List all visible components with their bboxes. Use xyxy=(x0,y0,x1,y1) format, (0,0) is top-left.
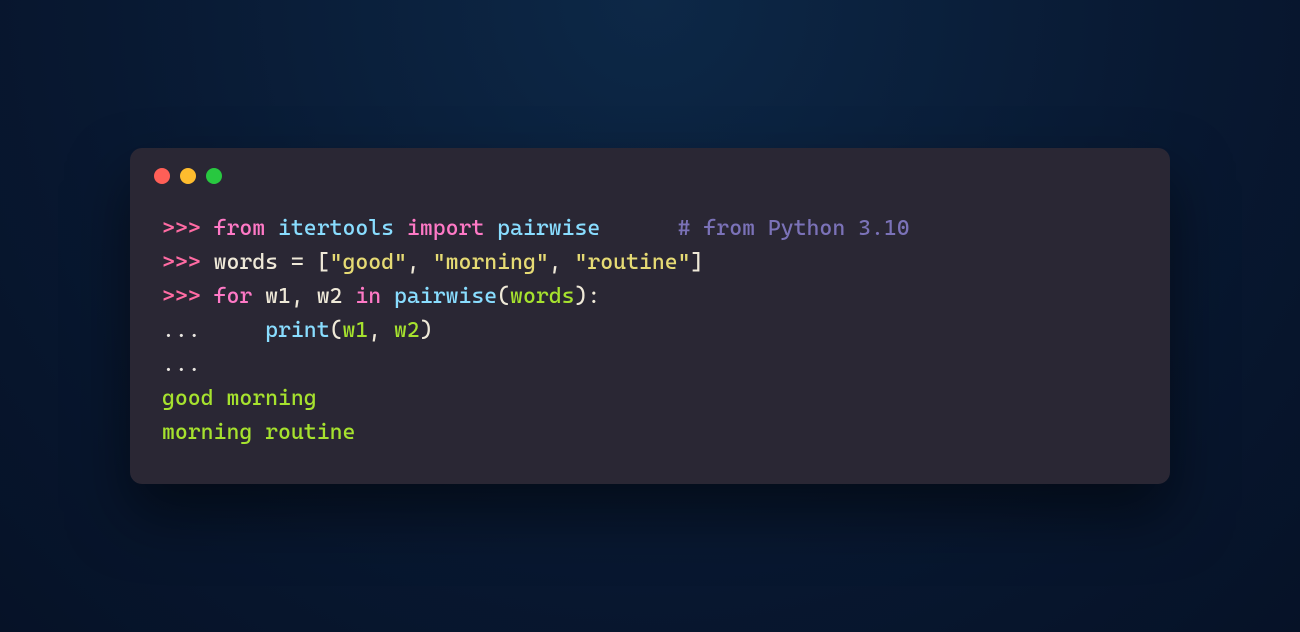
code-block: >>> from itertools import pairwise # fro… xyxy=(130,184,1170,485)
code-line: >>> words = ["good", "morning", "routine… xyxy=(162,246,1138,280)
code-token: # from Python 3.10 xyxy=(678,216,910,241)
code-token: [ xyxy=(304,250,330,275)
code-token: "morning" xyxy=(433,250,549,275)
code-line: >>> for w1, w2 in pairwise(words): xyxy=(162,280,1138,314)
code-token: pairwise xyxy=(497,216,600,241)
code-token: >>> xyxy=(162,216,214,241)
titlebar xyxy=(130,148,1170,184)
code-token: w1 xyxy=(342,318,368,343)
code-token: print xyxy=(265,318,329,343)
code-token: pairwise xyxy=(394,284,497,309)
code-token: import xyxy=(407,216,484,241)
code-token: , xyxy=(549,250,575,275)
code-token: >>> xyxy=(162,284,214,309)
maximize-icon[interactable] xyxy=(206,168,222,184)
code-token: ... xyxy=(162,352,214,377)
code-token: words xyxy=(214,250,291,275)
code-token: "good" xyxy=(330,250,407,275)
code-token: ) xyxy=(420,318,433,343)
code-token: "routine" xyxy=(575,250,691,275)
code-token xyxy=(265,216,278,241)
code-line: >>> from itertools import pairwise # fro… xyxy=(162,212,1138,246)
code-token xyxy=(484,216,497,241)
code-token: >>> xyxy=(162,250,214,275)
minimize-icon[interactable] xyxy=(180,168,196,184)
code-token xyxy=(381,284,394,309)
code-token: for xyxy=(214,284,253,309)
code-line: good morning xyxy=(162,382,1138,416)
code-line: ... print(w1, w2) xyxy=(162,314,1138,348)
code-token: morning routine xyxy=(162,420,355,445)
code-token xyxy=(600,216,677,241)
code-token: = xyxy=(291,250,304,275)
code-token: in xyxy=(355,284,381,309)
close-icon[interactable] xyxy=(154,168,170,184)
code-token: ] xyxy=(691,250,704,275)
code-token: , xyxy=(407,250,433,275)
code-token: ): xyxy=(575,284,601,309)
terminal-window: >>> from itertools import pairwise # fro… xyxy=(130,148,1170,485)
code-token: ( xyxy=(330,318,343,343)
code-token: itertools xyxy=(278,216,394,241)
code-token: ... xyxy=(162,318,214,343)
code-token: ( xyxy=(497,284,510,309)
code-token: from xyxy=(214,216,266,241)
code-line: ... xyxy=(162,348,1138,382)
code-token xyxy=(214,318,266,343)
code-token: w1, w2 xyxy=(252,284,355,309)
code-token: , xyxy=(368,318,394,343)
code-line: morning routine xyxy=(162,416,1138,450)
code-token xyxy=(394,216,407,241)
code-token: words xyxy=(510,284,574,309)
code-token: good morning xyxy=(162,386,317,411)
code-token: w2 xyxy=(394,318,420,343)
